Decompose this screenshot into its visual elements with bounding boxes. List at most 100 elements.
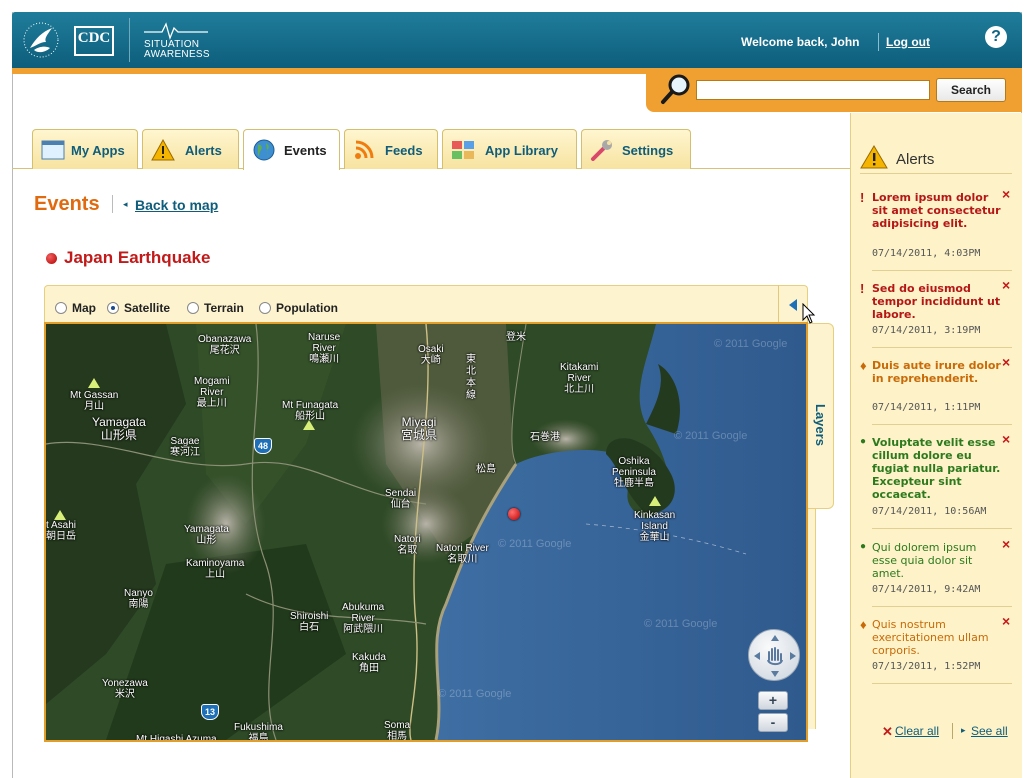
tab-app-library-label: App Library xyxy=(485,143,558,158)
map-label-nanyo: Nanyo 南陽 xyxy=(124,588,153,610)
soma-jp: 相馬 xyxy=(387,731,408,742)
map-label-kinkasan: Kinkasan Island 金華山 xyxy=(634,510,675,543)
tab-settings[interactable]: Settings xyxy=(581,129,691,169)
warning-icon xyxy=(860,145,888,169)
map-label-natori: Natori 名取 xyxy=(394,534,421,556)
sendai-en: Sendai xyxy=(385,488,417,499)
abukuma-en2: River xyxy=(351,613,375,624)
zoom-out-button[interactable]: - xyxy=(758,713,788,732)
pulse-line-icon xyxy=(144,22,208,40)
map-pan-control[interactable] xyxy=(748,629,800,681)
map-label-sagae: Sagae 寒河江 xyxy=(170,436,200,458)
tab-app-library[interactable]: App Library xyxy=(442,129,577,169)
tab-alerts[interactable]: Alerts xyxy=(142,129,239,169)
map-label-matsushima: 松島 xyxy=(476,464,496,475)
tab-events[interactable]: Events xyxy=(243,129,340,170)
nanyo-jp: 南陽 xyxy=(128,599,149,610)
map-label-obanazawa: Obanazawa 尾花沢 xyxy=(198,334,251,356)
alert-divider xyxy=(872,528,1012,529)
asahi-en: t Asahi xyxy=(46,520,77,531)
clear-icon: ✕ xyxy=(882,724,893,739)
map-label-kitakami: Kitakami River 北上川 xyxy=(560,362,598,395)
close-icon[interactable]: × xyxy=(1002,186,1010,202)
alert-date: 07/14/2011, 9:42AM xyxy=(872,584,981,595)
close-icon[interactable]: × xyxy=(1002,354,1010,370)
title-divider xyxy=(112,195,113,213)
fukushima-en: Fukushima xyxy=(234,722,283,733)
map-mode-terrain[interactable]: Terrain xyxy=(187,301,244,315)
natori-river-en: Natori River xyxy=(436,543,489,554)
warning-diamond-icon: ♦ xyxy=(860,358,867,373)
alert-divider xyxy=(872,424,1012,425)
alert-date: 07/13/2011, 1:52PM xyxy=(872,661,981,672)
arrow-right-icon: ▸ xyxy=(961,725,966,735)
logo-divider xyxy=(129,18,130,62)
sagae-jp: 寒河江 xyxy=(170,447,200,458)
kaminoyama-en: Kaminoyama xyxy=(186,558,245,569)
sidebar-link-divider xyxy=(952,723,953,739)
map-label-kakuda: Kakuda 角田 xyxy=(352,652,386,674)
map-mode-satellite-label: Satellite xyxy=(124,301,171,315)
obanazawa-en: Obanazawa xyxy=(198,334,252,345)
clear-all-link[interactable]: Clear all xyxy=(895,724,939,738)
close-icon[interactable]: × xyxy=(1002,277,1010,293)
radio-satellite[interactable] xyxy=(107,302,119,314)
satellite-map[interactable]: Obanazawa 尾花沢 Naruse River 鳴瀬川 Osaki 大崎 登米 東… xyxy=(44,322,808,742)
yonezawa-en: Yonezawa xyxy=(102,678,148,689)
cdc-logo: CDC xyxy=(74,26,114,56)
map-label-abukuma: Abukuma River 阿武隈川 xyxy=(342,602,384,635)
natori-en: Natori xyxy=(394,534,421,545)
close-icon[interactable]: × xyxy=(1002,613,1010,629)
search-input[interactable] xyxy=(696,80,930,100)
map-label-asahi: t Asahi 朝日岳 xyxy=(46,520,76,542)
osaki-jp: 大崎 xyxy=(420,355,441,366)
map-mode-bar: Map Satellite Terrain Population xyxy=(44,285,808,323)
sidebar-title-divider xyxy=(860,173,1012,174)
yamagata-jp: 山形 xyxy=(196,535,217,546)
back-to-map-link[interactable]: Back to map xyxy=(135,197,218,213)
close-icon[interactable]: × xyxy=(1002,431,1010,447)
miyagi-jp: 宮城県 xyxy=(401,428,438,442)
alert-date: 07/14/2011, 3:19PM xyxy=(872,325,981,336)
map-mode-population-label: Population xyxy=(276,301,338,315)
event-marker-icon xyxy=(46,253,57,264)
tab-my-apps[interactable]: My Apps xyxy=(32,129,138,169)
kakuda-jp: 角田 xyxy=(358,663,379,674)
close-icon[interactable]: × xyxy=(1002,536,1010,552)
wrench-icon xyxy=(591,140,612,161)
map-label-mogami: Mogami River 最上川 xyxy=(194,376,230,409)
radio-map[interactable] xyxy=(55,302,67,314)
search-button[interactable]: Search xyxy=(936,78,1006,102)
osaki-en: Osaki xyxy=(418,344,444,355)
radio-population[interactable] xyxy=(259,302,271,314)
tab-feeds[interactable]: Feeds xyxy=(344,129,438,169)
pan-hand-icon xyxy=(754,635,796,677)
yonezawa-jp: 米沢 xyxy=(114,689,135,700)
earthquake-epicenter-marker[interactable] xyxy=(508,508,520,520)
map-label-fukushima: Fukushima 福島 xyxy=(234,722,283,740)
alert-date: 07/14/2011, 10:56AM xyxy=(872,506,987,517)
alert-date: 07/14/2011, 1:11PM xyxy=(872,402,981,413)
satellite-imagery xyxy=(46,324,806,740)
logout-link[interactable]: Log out xyxy=(886,35,930,49)
help-icon[interactable]: ? xyxy=(985,26,1007,48)
map-watermark: © 2011 Google xyxy=(644,618,718,630)
warning-icon xyxy=(151,139,175,161)
map-mode-map[interactable]: Map xyxy=(55,301,96,315)
alert-divider xyxy=(872,606,1012,607)
see-all-link[interactable]: See all xyxy=(971,724,1008,738)
yamagata-en: Yamagata xyxy=(184,524,229,535)
naruse-en2: River xyxy=(312,343,336,354)
zoom-in-button[interactable]: + xyxy=(758,691,788,710)
rss-icon xyxy=(355,140,374,159)
critical-icon: ! xyxy=(860,190,865,205)
map-mode-satellite[interactable]: Satellite xyxy=(107,301,170,315)
map-mode-population[interactable]: Population xyxy=(259,301,338,315)
radio-terrain[interactable] xyxy=(187,302,199,314)
layers-label: Layers xyxy=(813,404,828,446)
gassan-en: Mt Gassan xyxy=(70,390,119,401)
alert-text: Duis aute irure dolor in reprehenderit. xyxy=(872,359,1001,385)
alert-text: Quis nostrum exercitationem ullam corpor… xyxy=(872,618,989,657)
welcome-text: Welcome back, John xyxy=(741,35,860,49)
kinkasan-en2: Island xyxy=(641,521,668,532)
